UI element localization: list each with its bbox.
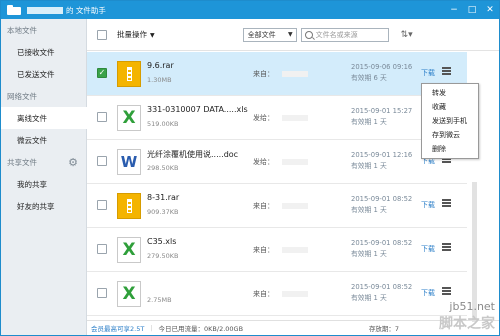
download-link[interactable]: 下载 xyxy=(421,288,435,298)
folder-icon xyxy=(7,5,21,15)
excel-file-icon: X xyxy=(117,105,141,131)
file-filter-select[interactable]: 全部文件 ▼ xyxy=(242,27,297,42)
sidebar-item-my-share[interactable]: 我的共享 xyxy=(1,173,86,195)
excel-file-icon: X xyxy=(117,281,141,307)
chevron-down-icon: ▼ xyxy=(150,32,155,39)
traffic-usage: 今日已用流量：0KB/2.00GB xyxy=(158,325,244,333)
sidebar-item-weiyun[interactable]: 微云文件 xyxy=(1,129,86,151)
rar-file-icon xyxy=(117,193,141,219)
sidebar-item-sent[interactable]: 已发送文件 xyxy=(1,63,86,85)
menu-item-delete[interactable]: 删除 xyxy=(422,142,478,156)
redacted-contact xyxy=(282,203,308,209)
sidebar: 本地文件 已接收文件 已发送文件 网络文件 离线文件 微云文件 共享文件 ⚙ 我的… xyxy=(1,19,87,335)
menu-item-forward[interactable]: 转发 xyxy=(422,86,478,100)
redacted-contact xyxy=(282,247,308,253)
file-row[interactable]: X C35.xls 279.50KB 来自： 2015-09-01 08:52 有… xyxy=(87,228,467,272)
maximize-icon[interactable]: □ xyxy=(463,1,481,19)
file-name: 9.6.rar xyxy=(147,61,174,70)
window-title: 的 文件助手 xyxy=(66,5,106,15)
file-date: 2015-09-06 09:16 有效期 6 天 xyxy=(351,63,413,82)
sidebar-item-offline[interactable]: 离线文件 xyxy=(1,107,87,129)
status-bar: 会员最高可享2.5T | 今日已用流量：0KB/2.00GB 存放期：7 xyxy=(87,320,499,335)
sort-icon[interactable]: ⇅▾ xyxy=(401,30,413,40)
sidebar-item-friend-share[interactable]: 好友的共享 xyxy=(1,195,86,217)
file-name: 光纤涂覆机使用说.....doc xyxy=(147,150,239,159)
sidebar-section-shared: 共享文件 ⚙ xyxy=(7,155,78,169)
batch-operations-button[interactable]: 批量操作 ▼ xyxy=(117,29,155,40)
sidebar-section-network: 网络文件 xyxy=(7,91,37,101)
file-row[interactable]: X 331-0310007 DATA.....xls 519.00KB 发给： … xyxy=(87,96,467,140)
search-icon xyxy=(304,30,313,39)
file-row[interactable]: W 光纤涂覆机使用说.....doc 298.50KB 发给： 2015-09-… xyxy=(87,140,467,184)
row-checkbox[interactable]: ✓ xyxy=(97,68,107,78)
file-row[interactable]: 8-31.rar 909.37KB 来自： 2015-09-01 08:52 有效… xyxy=(87,184,467,228)
row-checkbox[interactable] xyxy=(97,156,107,166)
file-size: 909.37KB xyxy=(147,208,179,216)
watermark: jb51.net 脚本之家 xyxy=(439,300,495,333)
window-controls: − □ ✕ xyxy=(445,1,499,19)
context-menu: 转发 收藏 发送到手机 存到微云 删除 xyxy=(421,83,479,159)
file-name: 8-31.rar xyxy=(147,193,180,202)
download-link[interactable]: 下载 xyxy=(421,244,435,254)
file-list: ✓ 9.6.rar 1.30MB 来自： 2015-09-06 09:16 有效期… xyxy=(87,52,467,320)
watermark-site-name: 脚本之家 xyxy=(439,316,495,332)
more-menu-icon[interactable] xyxy=(442,287,451,295)
select-all-checkbox[interactable] xyxy=(97,29,107,40)
rar-file-icon xyxy=(117,61,141,87)
file-assistant-window: 的 文件助手 − □ ✕ 本地文件 已接收文件 已发送文件 网络文件 离线文件 … xyxy=(0,0,500,336)
file-size: 298.50KB xyxy=(147,164,179,172)
excel-file-icon: X xyxy=(117,237,141,263)
vip-promo-link[interactable]: 会员最高可享2.5T xyxy=(91,323,144,333)
file-origin: 来自： xyxy=(253,245,308,255)
sidebar-item-received[interactable]: 已接收文件 xyxy=(1,41,86,63)
more-menu-icon[interactable] xyxy=(442,243,451,251)
file-date: 2015-09-01 15:27 有效期 1 天 xyxy=(351,107,413,126)
redacted-contact xyxy=(282,115,308,121)
close-icon[interactable]: ✕ xyxy=(481,1,499,19)
file-name: 331-0310007 DATA.....xls xyxy=(147,105,248,114)
gear-icon[interactable]: ⚙ xyxy=(68,156,78,169)
row-checkbox[interactable] xyxy=(97,112,107,122)
download-link[interactable]: 下载 xyxy=(421,68,435,78)
menu-item-save-to-weiyun[interactable]: 存到微云 xyxy=(422,128,478,142)
file-origin: 来自： xyxy=(253,289,308,299)
menu-item-send-to-phone[interactable]: 发送到手机 xyxy=(422,114,478,128)
toolbar: 批量操作 ▼ 全部文件 ▼ 文件名或来源 ⇅▾ xyxy=(87,19,499,51)
file-origin: 来自： xyxy=(253,69,308,79)
row-checkbox[interactable] xyxy=(97,244,107,254)
download-link[interactable]: 下载 xyxy=(421,200,435,210)
watermark-url: jb51.net xyxy=(449,300,495,313)
file-origin: 发给： xyxy=(253,113,308,123)
file-date: 2015-09-01 08:52 有效期 1 天 xyxy=(351,195,413,214)
file-size: 1.30MB xyxy=(147,76,172,84)
minimize-icon[interactable]: − xyxy=(445,1,463,19)
redacted-contact xyxy=(282,291,308,297)
file-date: 2015-09-01 08:52 有效期 1 天 xyxy=(351,283,413,302)
chevron-down-icon: ▼ xyxy=(288,31,293,38)
storage-count: 存放期：7 xyxy=(368,325,399,333)
redacted-contact xyxy=(282,71,308,77)
row-checkbox[interactable] xyxy=(97,200,107,210)
more-menu-icon[interactable] xyxy=(442,199,451,207)
row-checkbox[interactable] xyxy=(97,288,107,298)
file-name: C35.xls xyxy=(147,237,177,246)
word-file-icon: W xyxy=(117,149,141,175)
file-size: 519.00KB xyxy=(147,120,179,128)
file-row[interactable]: X 2.75MB 来自： 2015-09-01 08:52 有效期 1 天 下载 xyxy=(87,272,467,316)
search-input[interactable]: 文件名或来源 xyxy=(300,27,389,42)
file-size: 2.75MB xyxy=(147,296,172,304)
redacted-username xyxy=(27,6,63,14)
redacted-contact xyxy=(282,159,308,165)
file-origin: 来自： xyxy=(253,201,308,211)
file-date: 2015-09-01 08:52 有效期 1 天 xyxy=(351,239,413,258)
file-row[interactable]: ✓ 9.6.rar 1.30MB 来自： 2015-09-06 09:16 有效期… xyxy=(87,52,467,96)
file-date: 2015-09-01 12:16 有效期 1 天 xyxy=(351,151,413,170)
title-bar: 的 文件助手 − □ ✕ xyxy=(1,1,499,19)
sidebar-section-local: 本地文件 xyxy=(7,25,37,35)
menu-item-favorite[interactable]: 收藏 xyxy=(422,100,478,114)
file-size: 279.50KB xyxy=(147,252,179,260)
more-menu-icon[interactable] xyxy=(442,67,451,75)
file-origin: 发给： xyxy=(253,157,308,167)
